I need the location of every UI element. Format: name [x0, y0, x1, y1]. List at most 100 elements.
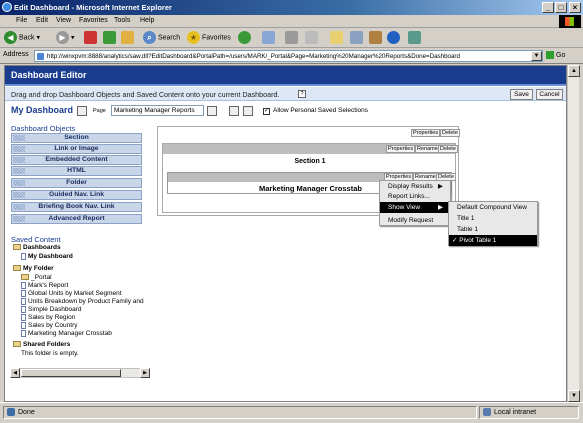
back-button[interactable]: ◀ Back ▾ [4, 31, 40, 45]
edit-icon[interactable] [305, 31, 318, 44]
menu-file[interactable]: File [16, 17, 27, 24]
section-properties-button[interactable]: Properties [386, 145, 416, 153]
allow-saved-selections-checkbox[interactable]: ✓ [263, 108, 270, 115]
menu-favorites[interactable]: Favorites [79, 17, 108, 24]
menu-help[interactable]: Help [140, 17, 154, 24]
menu-show-view[interactable]: Show View ▶ [380, 202, 450, 213]
tree-item-report[interactable]: Mark's Report [21, 282, 68, 289]
report-icon [21, 298, 26, 305]
object-section[interactable]: Section [11, 133, 142, 143]
object-briefing-book-nav-link[interactable]: Briefing Book Nav. Link [11, 202, 142, 212]
search-button[interactable]: ⌕ Search [143, 31, 180, 45]
object-html[interactable]: HTML [11, 166, 142, 176]
horizontal-scrollbar[interactable]: ◀ ▶ [10, 368, 150, 378]
scroll-right-icon[interactable]: ▶ [140, 368, 150, 378]
bluetooth-icon[interactable] [387, 31, 400, 44]
window-title-bar: Edit Dashboard - Microsoft Internet Expl… [0, 0, 583, 15]
submenu-default-compound-view[interactable]: Default Compound View [449, 202, 537, 213]
tree-my-dashboard[interactable]: My Dashboard [21, 253, 73, 260]
page-title: Dashboard Editor [11, 70, 87, 80]
tree-item-report[interactable]: Marketing Manager Crosstab [21, 330, 112, 337]
forward-button[interactable]: ▶ ▾ [56, 31, 74, 45]
submenu-pivot-table-1[interactable]: ✓ Pivot Table 1 [449, 235, 537, 246]
discuss-icon[interactable] [350, 31, 363, 44]
tree-dashboards[interactable]: Dashboards [13, 244, 61, 251]
cancel-button[interactable]: Cancel [536, 89, 563, 100]
menu-view[interactable]: View [56, 17, 71, 24]
submenu-title-1[interactable]: Title 1 [449, 213, 537, 224]
submenu-table-1[interactable]: Table 1 [449, 224, 537, 235]
page-select[interactable]: Marketing Manager Reports [111, 105, 204, 116]
toolbar: ◀ Back ▾ ▶ ▾ ⌕ Search ★ Favorites [0, 28, 583, 48]
close-button[interactable]: × [569, 2, 581, 13]
tree-my-folder[interactable]: My Folder [13, 265, 54, 272]
dashboard-name: My Dashboard [11, 105, 74, 115]
ie-icon [2, 2, 12, 12]
address-input[interactable]: http://winxpvm:8888/analytics/saw.dll?Ed… [34, 50, 543, 62]
search-icon: ⌕ [143, 31, 156, 44]
menu-modify-request[interactable]: Modify Request [380, 215, 450, 226]
section-title: Section 1 [294, 158, 326, 165]
scroll-left-icon[interactable]: ◀ [10, 368, 20, 378]
vertical-scrollbar[interactable]: ▲ ▼ [567, 65, 580, 402]
tree-item-report[interactable]: Sales by Region [21, 314, 75, 321]
preview-icon[interactable] [229, 106, 239, 116]
page-label: Page [93, 108, 106, 114]
menu-report-links[interactable]: Report Links... [380, 191, 450, 202]
scroll-thumb[interactable] [21, 369, 121, 377]
folder-icon[interactable] [330, 31, 343, 44]
object-link-or-image[interactable]: Link or Image [11, 144, 142, 154]
scroll-up-icon[interactable]: ▲ [568, 65, 580, 77]
media-icon[interactable] [238, 31, 251, 44]
object-advanced-report[interactable]: Advanced Report [11, 214, 142, 224]
section-delete-button[interactable]: Delete [438, 145, 458, 153]
page-properties-icon[interactable] [207, 106, 217, 116]
address-label: Address [3, 51, 29, 58]
object-guided-nav-link[interactable]: Guided Nav. Link [11, 190, 142, 200]
report-icon [21, 282, 26, 289]
section-rename-button[interactable]: Rename [415, 145, 440, 153]
object-folder[interactable]: Folder [11, 178, 142, 188]
menu-edit[interactable]: Edit [36, 17, 48, 24]
add-page-icon[interactable] [243, 106, 253, 116]
tree-item-report[interactable]: Global Units by Market Segment [21, 290, 122, 297]
home-icon[interactable] [121, 31, 134, 44]
help-icon[interactable]: ? [298, 90, 306, 98]
dashboard-objects-title: Dashboard Objects [11, 124, 76, 133]
stop-icon[interactable] [84, 31, 97, 44]
tree-item-report[interactable]: Simple Dashboard [21, 306, 81, 313]
report-icon [21, 290, 26, 297]
tree-item-report[interactable]: Sales by Country [21, 322, 78, 329]
intranet-icon [483, 408, 491, 417]
minimize-button[interactable]: _ [542, 2, 554, 13]
mail-icon[interactable] [262, 31, 275, 44]
maximize-button[interactable]: □ [555, 2, 567, 13]
tree-shared-folders[interactable]: Shared Folders [13, 341, 70, 348]
instruction-row: Drag and drop Dashboard Objects and Save… [5, 87, 566, 101]
dashboard-properties-icon[interactable] [77, 106, 87, 116]
page-icon [7, 408, 15, 417]
report-icon [21, 330, 26, 337]
messenger-icon[interactable] [408, 31, 421, 44]
object-embedded-content[interactable]: Embedded Content [11, 155, 142, 165]
submenu-arrow-icon: ▶ [438, 204, 443, 211]
dashboard-icon [21, 253, 26, 260]
folder-icon [13, 341, 21, 348]
address-dropdown-button[interactable]: ▼ [531, 51, 542, 61]
refresh-icon[interactable] [103, 31, 116, 44]
menu-tools[interactable]: Tools [114, 17, 130, 24]
tree-item-portal[interactable]: _Portal [21, 274, 52, 281]
research-icon[interactable] [369, 31, 382, 44]
folder-icon [21, 274, 29, 281]
save-button[interactable]: Save [510, 89, 533, 100]
page-delete-button[interactable]: Delete [440, 129, 460, 137]
go-button[interactable]: Go [546, 51, 565, 59]
status-text: Done [3, 406, 477, 419]
tree-item-report[interactable]: Units Breakdown by Product Family and [21, 298, 144, 305]
report-icon [21, 306, 26, 313]
report-context-menu: Display Results ▶ Report Links... Show Vi… [379, 180, 451, 226]
favorites-button[interactable]: ★ Favorites [187, 31, 231, 45]
print-icon[interactable] [285, 31, 298, 44]
scroll-down-icon[interactable]: ▼ [568, 390, 580, 402]
page-properties-button[interactable]: Properties [411, 129, 441, 137]
